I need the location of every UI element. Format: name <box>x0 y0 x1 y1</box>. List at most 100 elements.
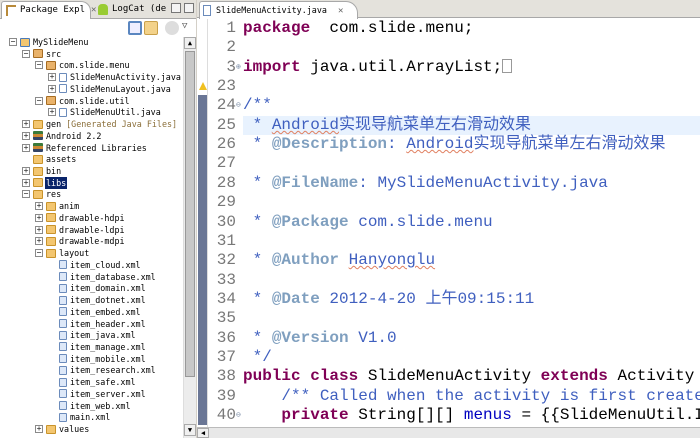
expand-icon[interactable]: + <box>35 225 43 234</box>
code-line[interactable]: 24 ⊖/** <box>208 96 700 115</box>
expand-icon[interactable]: + <box>48 73 56 82</box>
fold-collapse-icon[interactable]: ⊖ <box>236 412 241 420</box>
collapse-icon[interactable]: − <box>22 190 30 199</box>
tree-item[interactable]: + bin <box>22 165 62 177</box>
horizontal-scrollbar[interactable]: ◀ <box>197 427 700 438</box>
code-line[interactable]: 39 /** Called when the activity is first… <box>208 387 700 406</box>
expand-icon[interactable]: + <box>35 237 43 246</box>
expand-icon[interactable]: + <box>22 120 30 129</box>
tree-item[interactable]: − com.slide.menu <box>35 59 131 71</box>
tree-item[interactable]: + SlideMenuUtil.java <box>48 106 162 118</box>
code-line[interactable]: 25 * Android实现导航菜单左右滑动效果 <box>208 115 700 136</box>
fold-expand-icon[interactable]: ⊕ <box>236 63 241 72</box>
tree-item[interactable]: item_java.xml <box>48 329 137 341</box>
tree-item[interactable]: item_server.xml <box>48 388 147 400</box>
code-line[interactable]: 32 * @Author Hanyonglu <box>208 251 700 270</box>
code-line[interactable]: 30 * @Package com.slide.menu <box>208 213 700 232</box>
expand-icon[interactable]: + <box>48 84 56 93</box>
tab-slidemenuactivity[interactable]: SlideMenuActivity.java ✕ <box>199 1 359 19</box>
minimize-button[interactable] <box>171 3 181 13</box>
expand-icon[interactable]: + <box>22 143 30 152</box>
tree-item[interactable]: + drawable-ldpi <box>35 224 126 236</box>
code-line[interactable]: 33 <box>208 271 700 290</box>
tree-item[interactable]: main.xml <box>48 411 111 423</box>
expand-icon[interactable]: + <box>22 167 30 176</box>
expand-icon[interactable]: + <box>22 178 30 187</box>
code-line[interactable]: 35 <box>208 309 700 328</box>
code-area[interactable]: 1 package com.slide.menu; 2 3 ⊕ import java.u… <box>208 19 700 427</box>
tree-item[interactable]: item_mobile.xml <box>48 353 147 365</box>
tree-item[interactable]: item_web.xml <box>48 400 132 412</box>
fold-collapse-icon[interactable]: ⊖ <box>236 102 241 110</box>
code-line[interactable]: 37 */ <box>208 348 700 367</box>
tree-item[interactable]: − MySlideMenu <box>9 36 89 48</box>
collapse-icon[interactable]: − <box>35 61 43 70</box>
view-menu-icon[interactable] <box>165 21 179 35</box>
tree-item[interactable]: + SlideMenuActivity.java <box>48 71 182 83</box>
code-line[interactable]: 1 package com.slide.menu; <box>208 19 700 38</box>
tree-item[interactable]: item_header.xml <box>48 318 147 330</box>
tab-logcat[interactable]: LogCat (depr <box>94 1 166 19</box>
tree-item[interactable]: + drawable-mdpi <box>35 235 126 247</box>
tree-item[interactable]: item_safe.xml <box>48 376 137 388</box>
collapse-all-icon[interactable] <box>128 21 142 35</box>
close-icon[interactable]: ✕ <box>338 6 343 16</box>
tree-item[interactable]: + Android 2.2 <box>22 130 102 142</box>
line-number: 38 <box>216 367 236 386</box>
tree-scrollbar[interactable]: ▲ ▼ <box>183 37 196 438</box>
maximize-button[interactable] <box>184 3 194 13</box>
scroll-left-button[interactable]: ◀ <box>197 428 209 438</box>
chevron-down-icon[interactable]: ▽ <box>182 21 196 35</box>
tree-item[interactable]: + drawable-hdpi <box>35 212 126 224</box>
tree-item[interactable]: + libs <box>22 176 68 189</box>
collapse-icon[interactable]: − <box>35 249 43 258</box>
tree-item[interactable]: assets <box>22 153 77 165</box>
tree-item[interactable]: + values <box>35 423 90 435</box>
code-line[interactable]: 23 <box>208 77 700 96</box>
tree-item[interactable]: item_research.xml <box>48 364 157 376</box>
code-line[interactable]: 2 <box>208 38 700 57</box>
code-line[interactable]: 29 <box>208 193 700 212</box>
code-line[interactable]: 40 ⊖ private String[][] menus = {{SlideMe… <box>208 406 700 425</box>
code-line[interactable]: 34 * @Date 2012-4-20 上午09:15:11 <box>208 290 700 309</box>
tree-item[interactable]: item_domain.xml <box>48 282 147 294</box>
code-line[interactable]: 27 <box>208 154 700 173</box>
expand-icon[interactable]: + <box>35 202 43 211</box>
tab-package-explorer[interactable]: Package Expl ✕ <box>1 1 96 19</box>
collapse-icon[interactable]: − <box>9 38 17 46</box>
collapse-icon[interactable]: − <box>35 96 43 105</box>
tree-item[interactable]: + Referenced Libraries <box>22 142 148 154</box>
collapse-icon[interactable]: − <box>22 49 30 58</box>
warning-icon[interactable] <box>199 82 207 90</box>
tree-item[interactable]: item_cloud.xml <box>48 259 142 271</box>
link-with-editor-icon[interactable] <box>144 21 158 35</box>
code-line[interactable]: 38 public class SlideMenuActivity extends… <box>208 367 700 386</box>
scroll-down-button[interactable]: ▼ <box>184 424 196 436</box>
tree-item[interactable]: item_database.xml <box>48 271 157 283</box>
tree-item[interactable]: − layout <box>35 247 90 259</box>
code-line[interactable]: 3 ⊕ import java.util.ArrayList; <box>208 58 700 77</box>
tree-item[interactable]: + gen [Generated Java Files] <box>22 118 177 130</box>
scroll-up-button[interactable]: ▲ <box>184 37 196 49</box>
tree-item[interactable]: − com.slide.util <box>35 95 131 107</box>
expand-icon[interactable]: + <box>35 425 43 434</box>
code-line[interactable]: 31 <box>208 232 700 251</box>
tree-item[interactable]: + SlideMenuLayout.java <box>48 83 172 95</box>
tree-item[interactable]: item_dotnet.xml <box>48 294 147 306</box>
tree-item[interactable]: item_manage.xml <box>48 341 147 353</box>
tree-item[interactable]: item_embed.xml <box>48 306 142 318</box>
code-line[interactable]: 36 * @Version V1.0 <box>208 329 700 348</box>
expand-icon[interactable]: + <box>22 131 30 140</box>
scrollbar-thumb[interactable] <box>185 51 195 377</box>
tree-item[interactable]: + anim <box>35 200 80 212</box>
folded-imports-marker[interactable] <box>502 58 513 73</box>
code-token: /** Called when the activity is first cr… <box>281 386 700 405</box>
tree-item[interactable]: − src <box>22 48 62 60</box>
tree-item[interactable]: − res <box>22 188 62 200</box>
expand-icon[interactable]: + <box>48 108 56 117</box>
code-line[interactable]: 26 * @Description: Android实现导航菜单左右滑动效果 <box>208 135 700 154</box>
expand-icon[interactable]: + <box>35 213 43 222</box>
code-line[interactable]: 28 * @FileName: MySlideMenuActivity.java <box>208 174 700 193</box>
